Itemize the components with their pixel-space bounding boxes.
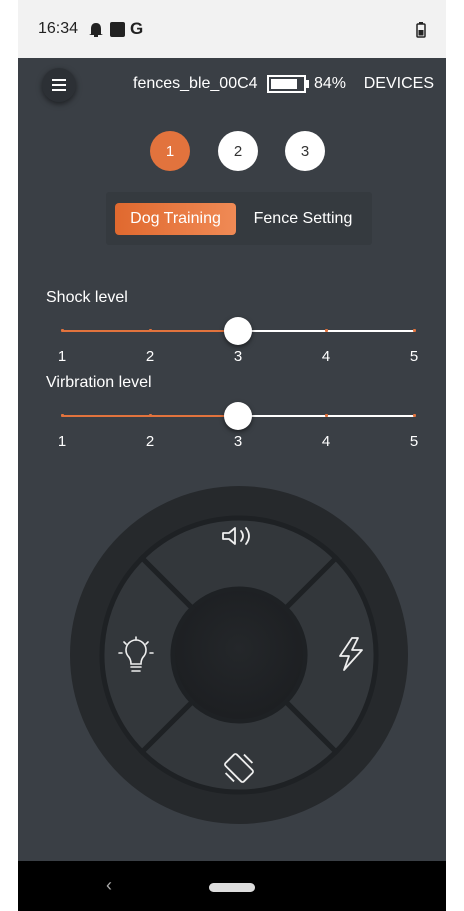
app-screen: 16:34 G fences_ble_00C4 84% DEVICES 1 2 … (18, 0, 446, 911)
device-name: fences_ble_00C4 (133, 75, 258, 92)
slider-tick-label: 4 (321, 348, 331, 365)
slider-tick-label: 2 (145, 433, 155, 450)
menu-button[interactable] (42, 68, 76, 102)
ghost-notification-icon (88, 22, 104, 43)
slider-tick-label: 3 (233, 433, 243, 450)
slider-tick (148, 414, 152, 417)
slider-tick (148, 329, 152, 332)
battery-percent: 84% (314, 75, 347, 92)
vibration-level-thumb[interactable] (224, 402, 252, 430)
slider-tick (60, 329, 64, 332)
status-bar: 16:34 G (18, 0, 446, 58)
device-battery-icon (267, 74, 311, 99)
tab-fence-setting[interactable]: Fence Setting (240, 203, 366, 235)
hamburger-icon (52, 79, 66, 91)
remote-control-pad (70, 486, 408, 824)
devices-button[interactable]: DEVICES (364, 75, 434, 93)
system-nav-bar: ‹ (18, 861, 446, 911)
vibration-level-label: Virbration level (46, 374, 152, 391)
home-pill[interactable] (209, 883, 255, 892)
slider-tick (324, 329, 328, 332)
channel-2-button[interactable]: 2 (218, 131, 258, 171)
slider-tick (412, 414, 416, 417)
slider-tick-label: 1 (57, 348, 67, 365)
slider-tick-label: 5 (409, 433, 419, 450)
square-notification-icon (110, 22, 125, 42)
status-time: 16:34 (38, 20, 79, 37)
shock-level-label: Shock level (46, 289, 128, 306)
mode-tabs: Dog Training Fence Setting (106, 192, 372, 245)
channel-1-button[interactable]: 1 (150, 131, 190, 171)
slider-tick-label: 5 (409, 348, 419, 365)
slider-tick (60, 414, 64, 417)
center-button[interactable] (175, 591, 303, 719)
slider-tick (324, 414, 328, 417)
slider-tick (412, 329, 416, 332)
slider-tick-label: 4 (321, 433, 331, 450)
tab-dog-training[interactable]: Dog Training (115, 203, 236, 235)
slider-tick-label: 1 (57, 433, 67, 450)
back-icon[interactable]: ‹ (106, 875, 112, 896)
shock-level-thumb[interactable] (224, 317, 252, 345)
app-header: fences_ble_00C4 84% DEVICES (18, 58, 446, 114)
channel-3-button[interactable]: 3 (285, 131, 325, 171)
slider-tick-label: 2 (145, 348, 155, 365)
slider-tick-label: 3 (233, 348, 243, 365)
battery-icon (416, 22, 426, 43)
google-g-icon: G (130, 19, 144, 38)
